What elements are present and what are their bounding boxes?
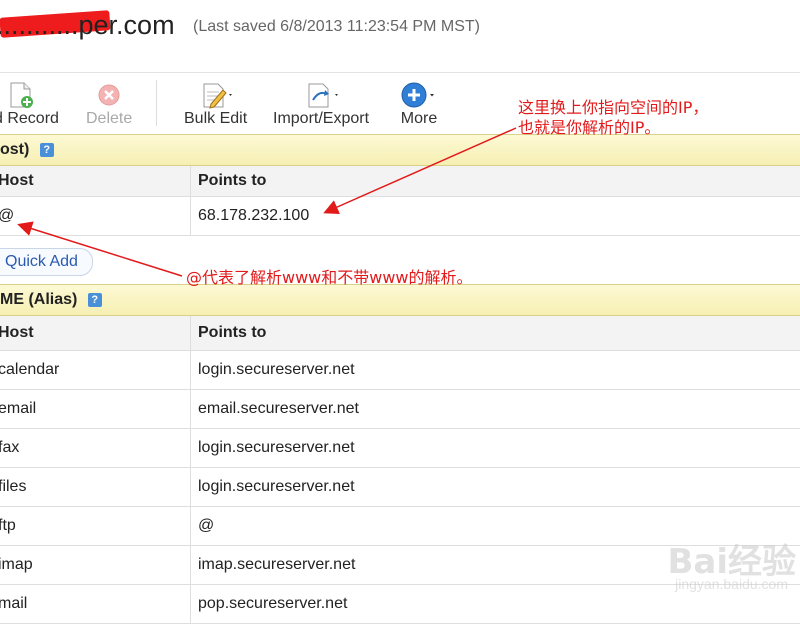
- points-to-cell: pop.secureserver.net: [198, 595, 348, 612]
- help-icon[interactable]: ?: [87, 293, 102, 307]
- host-cell: files: [0, 478, 27, 495]
- add-record-icon: [10, 82, 33, 108]
- ip-annotation-line1: 这里换上你指向空间的IP，: [518, 98, 709, 117]
- delete-label: Delete: [86, 110, 133, 127]
- points-to-cell: imap.secureserver.net: [198, 556, 356, 573]
- bulk-edit-button[interactable]: Bulk Edit: [184, 80, 247, 128]
- last-saved-text: (Last saved 6/8/2013 11:23:54 PM MST): [193, 18, 480, 35]
- quick-add-button[interactable]: Quick Add: [0, 248, 93, 276]
- bulk-edit-icon: [203, 83, 232, 109]
- table-header-row: Host Points to: [0, 166, 800, 197]
- more-label: More: [400, 110, 438, 127]
- a-record-section-header: ost) ?: [0, 134, 800, 166]
- help-icon[interactable]: ?: [39, 143, 54, 157]
- host-cell: email: [0, 400, 37, 417]
- host-cell: fax: [0, 439, 20, 456]
- cname-section-header: ME (Alias) ?: [0, 284, 800, 316]
- col-points-header: Points to: [198, 172, 267, 189]
- table-row[interactable]: @ 68.178.232.100: [0, 197, 800, 236]
- quick-add-label: Quick Add: [5, 253, 78, 270]
- table-row[interactable]: email email.secureserver.net: [0, 390, 800, 429]
- points-to-cell: @: [198, 517, 215, 534]
- table-row[interactable]: fax login.secureserver.net: [0, 429, 800, 468]
- more-button[interactable]: More: [399, 80, 439, 128]
- delete-icon: [98, 84, 120, 106]
- table-row[interactable]: calendar login.secureserver.net: [0, 351, 800, 390]
- more-icon: [401, 82, 434, 108]
- points-to-cell: 68.178.232.100: [198, 207, 310, 224]
- a-record-table: Host Points to @ 68.178.232.100: [0, 166, 800, 236]
- bulk-edit-label: Bulk Edit: [184, 110, 248, 127]
- host-cell: ftp: [0, 517, 16, 534]
- import-export-button[interactable]: Import/Export: [273, 80, 369, 128]
- host-cell: @: [0, 207, 14, 225]
- table-row[interactable]: files login.secureserver.net: [0, 468, 800, 507]
- ip-annotation: 这里换上你指向空间的IP， 也就是你解析的IP。: [518, 98, 708, 138]
- watermark-subtext: jingyan.baidu.com: [675, 576, 788, 592]
- host-cell: calendar: [0, 361, 60, 378]
- table-header-row: Host Points to: [0, 316, 800, 351]
- toolbar-separator: [156, 80, 157, 126]
- page-header: ...........per.com (Last saved 6/8/2013 …: [0, 0, 800, 62]
- points-to-cell: login.secureserver.net: [198, 361, 355, 378]
- at-annotation: @代表了解析www和不带www的解析。: [186, 268, 473, 287]
- add-record-button[interactable]: d Record: [0, 80, 59, 128]
- host-cell: mail: [0, 595, 28, 612]
- baidu-watermark: Bai经验 jingyan.baidu.com: [636, 516, 796, 596]
- domain-title: ...........per.com: [0, 10, 175, 40]
- import-export-label: Import/Export: [273, 110, 370, 127]
- import-export-icon: [308, 83, 339, 108]
- delete-button[interactable]: Delete: [86, 80, 132, 128]
- col-host-header: Host: [0, 172, 34, 189]
- points-to-cell: email.secureserver.net: [198, 400, 359, 417]
- cname-section-title: ME (Alias): [0, 291, 78, 308]
- add-record-label: d Record: [0, 110, 59, 127]
- ip-annotation-line2: 也就是你解析的IP。: [518, 118, 661, 137]
- points-to-cell: login.secureserver.net: [198, 439, 355, 456]
- host-cell: imap: [0, 556, 33, 573]
- col-host-header: Host: [0, 324, 34, 341]
- points-to-cell: login.secureserver.net: [198, 478, 355, 495]
- a-section-title: ost): [0, 141, 30, 158]
- col-points-header: Points to: [198, 324, 267, 341]
